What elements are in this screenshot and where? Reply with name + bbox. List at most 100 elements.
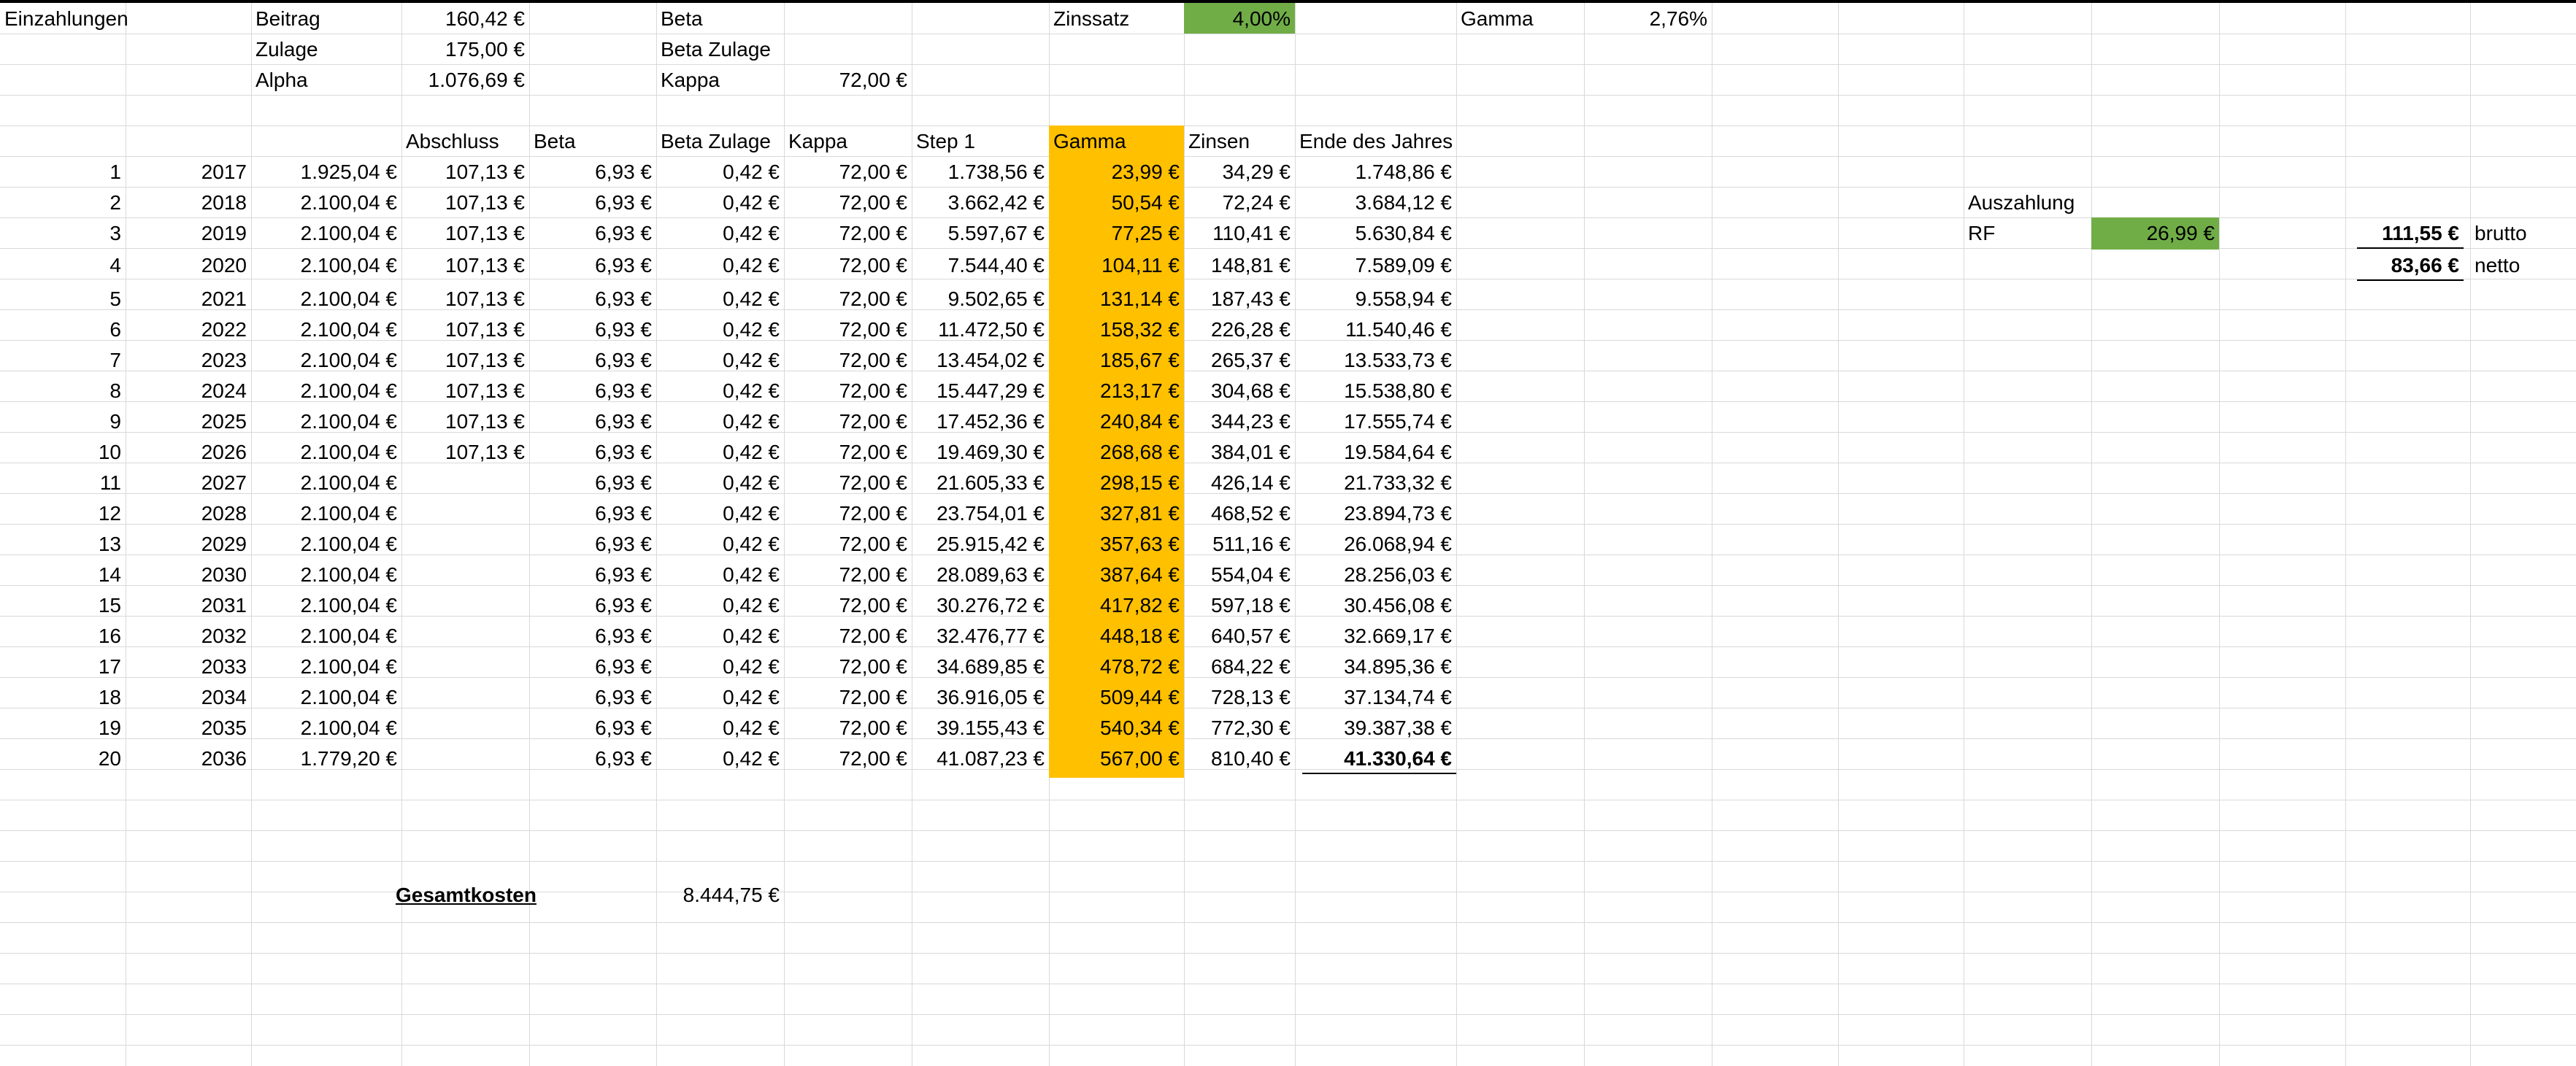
cell-gamma[interactable]: 50,54 €: [1049, 188, 1184, 218]
cell-ende-des-jahres[interactable]: 34.895,36 €: [1295, 652, 1456, 682]
cell-step1[interactable]: 34.689,85 €: [912, 652, 1049, 682]
cell-kappa[interactable]: 72,00 €: [784, 744, 912, 774]
cell-einzahlung[interactable]: 2.100,04 €: [251, 188, 401, 218]
cell-kappa[interactable]: 72,00 €: [784, 621, 912, 652]
cell-row-number[interactable]: 12: [0, 498, 126, 529]
cell-zinsen[interactable]: 226,28 €: [1184, 314, 1295, 345]
cell-einzahlung[interactable]: 2.100,04 €: [251, 406, 401, 437]
cell-step1[interactable]: 17.452,36 €: [912, 406, 1049, 437]
netto-label[interactable]: netto: [2470, 250, 2576, 281]
cell-row-number[interactable]: 1: [0, 157, 126, 188]
cell-zinsen[interactable]: 426,14 €: [1184, 468, 1295, 498]
cell-ende-des-jahres[interactable]: 3.684,12 €: [1295, 188, 1456, 218]
gesamtkosten-label[interactable]: Gesamtkosten: [391, 880, 537, 911]
kappa-value-top[interactable]: 72,00 €: [784, 65, 912, 96]
cell-row-number[interactable]: 9: [0, 406, 126, 437]
cell-zinsen[interactable]: 72,24 €: [1184, 188, 1295, 218]
cell-einzahlung[interactable]: 2.100,04 €: [251, 345, 401, 376]
cell-ende-des-jahres[interactable]: 17.555,74 €: [1295, 406, 1456, 437]
cell-beta[interactable]: 6,93 €: [529, 345, 656, 376]
cell-einzahlung[interactable]: 2.100,04 €: [251, 284, 401, 314]
cell-gamma[interactable]: 158,32 €: [1049, 314, 1184, 345]
cell-gamma[interactable]: 540,34 €: [1049, 713, 1184, 744]
cell-gamma[interactable]: 357,63 €: [1049, 529, 1184, 560]
cell-zinsen[interactable]: 810,40 €: [1184, 744, 1295, 774]
cell-step1[interactable]: 21.605,33 €: [912, 468, 1049, 498]
cell-abschluss[interactable]: 107,13 €: [401, 188, 529, 218]
cell-ende-des-jahres[interactable]: 15.538,80 €: [1295, 376, 1456, 406]
cell-beta-zulage[interactable]: 0,42 €: [656, 713, 784, 744]
cell-year[interactable]: 2021: [126, 284, 251, 314]
cell-kappa[interactable]: 72,00 €: [784, 590, 912, 621]
cell-year[interactable]: 2022: [126, 314, 251, 345]
cell-einzahlung[interactable]: 2.100,04 €: [251, 498, 401, 529]
cell-row-number[interactable]: 16: [0, 621, 126, 652]
zinssatz-value[interactable]: 4,00%: [1184, 4, 1295, 34]
cell-beta[interactable]: 6,93 €: [529, 314, 656, 345]
cell-kappa[interactable]: 72,00 €: [784, 713, 912, 744]
cell-zinsen[interactable]: 265,37 €: [1184, 345, 1295, 376]
cell-row-number[interactable]: 2: [0, 188, 126, 218]
gesamtkosten-value[interactable]: 8.444,75 €: [656, 880, 784, 911]
cell-beta-zulage[interactable]: 0,42 €: [656, 250, 784, 281]
brutto-label[interactable]: brutto: [2470, 218, 2576, 249]
cell-row-number[interactable]: 19: [0, 713, 126, 744]
cell-step1[interactable]: 19.469,30 €: [912, 437, 1049, 468]
kappa-label-top[interactable]: Kappa: [656, 65, 784, 96]
cell-gamma[interactable]: 77,25 €: [1049, 218, 1184, 249]
cell-beta[interactable]: 6,93 €: [529, 621, 656, 652]
gamma-value-top[interactable]: 2,76%: [1584, 4, 1712, 34]
cell-year[interactable]: 2023: [126, 345, 251, 376]
cell-kappa[interactable]: 72,00 €: [784, 529, 912, 560]
cell-year[interactable]: 2019: [126, 218, 251, 249]
cell-row-number[interactable]: 7: [0, 345, 126, 376]
cell-gamma[interactable]: 509,44 €: [1049, 682, 1184, 713]
cell-row-number[interactable]: 8: [0, 376, 126, 406]
cell-beta-zulage[interactable]: 0,42 €: [656, 590, 784, 621]
cell-row-number[interactable]: 17: [0, 652, 126, 682]
cell-abschluss[interactable]: 107,13 €: [401, 218, 529, 249]
cell-ende-des-jahres[interactable]: 37.134,74 €: [1295, 682, 1456, 713]
cell-ende-des-jahres[interactable]: 9.558,94 €: [1295, 284, 1456, 314]
rf-label[interactable]: RF: [1964, 218, 2091, 249]
cell-year[interactable]: 2029: [126, 529, 251, 560]
cell-einzahlung[interactable]: 1.779,20 €: [251, 744, 401, 774]
cell-step1[interactable]: 28.089,63 €: [912, 560, 1049, 590]
cell-einzahlung[interactable]: 2.100,04 €: [251, 529, 401, 560]
header-abschluss[interactable]: Abschluss: [401, 126, 529, 157]
cell-kappa[interactable]: 72,00 €: [784, 437, 912, 468]
cell-beta[interactable]: 6,93 €: [529, 157, 656, 188]
cell-zinsen[interactable]: 384,01 €: [1184, 437, 1295, 468]
cell-gamma[interactable]: 298,15 €: [1049, 468, 1184, 498]
cell-ende-des-jahres[interactable]: 41.330,64 €: [1302, 744, 1456, 774]
cell-kappa[interactable]: 72,00 €: [784, 314, 912, 345]
cell-zinsen[interactable]: 511,16 €: [1184, 529, 1295, 560]
cell-kappa[interactable]: 72,00 €: [784, 560, 912, 590]
cell-year[interactable]: 2032: [126, 621, 251, 652]
beitrag-label[interactable]: Beitrag: [251, 4, 401, 34]
cell-abschluss[interactable]: 107,13 €: [401, 157, 529, 188]
cell-step1[interactable]: 39.155,43 €: [912, 713, 1049, 744]
cell-ende-des-jahres[interactable]: 7.589,09 €: [1295, 250, 1456, 281]
cell-beta[interactable]: 6,93 €: [529, 188, 656, 218]
header-step1[interactable]: Step 1: [912, 126, 1049, 157]
cell-abschluss[interactable]: [401, 529, 529, 560]
cell-abschluss[interactable]: 107,13 €: [401, 345, 529, 376]
cell-abschluss[interactable]: 107,13 €: [401, 314, 529, 345]
cell-row-number[interactable]: 5: [0, 284, 126, 314]
cell-ende-des-jahres[interactable]: 11.540,46 €: [1295, 314, 1456, 345]
cell-einzahlung[interactable]: 2.100,04 €: [251, 652, 401, 682]
cell-gamma[interactable]: 417,82 €: [1049, 590, 1184, 621]
cell-beta[interactable]: 6,93 €: [529, 284, 656, 314]
cell-year[interactable]: 2036: [126, 744, 251, 774]
cell-beta[interactable]: 6,93 €: [529, 529, 656, 560]
cell-abschluss[interactable]: [401, 590, 529, 621]
cell-einzahlung[interactable]: 2.100,04 €: [251, 250, 401, 281]
alpha-value[interactable]: 1.076,69 €: [401, 65, 529, 96]
cell-beta[interactable]: 6,93 €: [529, 498, 656, 529]
cell-einzahlung[interactable]: 2.100,04 €: [251, 437, 401, 468]
cell-row-number[interactable]: 10: [0, 437, 126, 468]
cell-zinsen[interactable]: 148,81 €: [1184, 250, 1295, 281]
cell-ende-des-jahres[interactable]: 28.256,03 €: [1295, 560, 1456, 590]
cell-beta-zulage[interactable]: 0,42 €: [656, 345, 784, 376]
